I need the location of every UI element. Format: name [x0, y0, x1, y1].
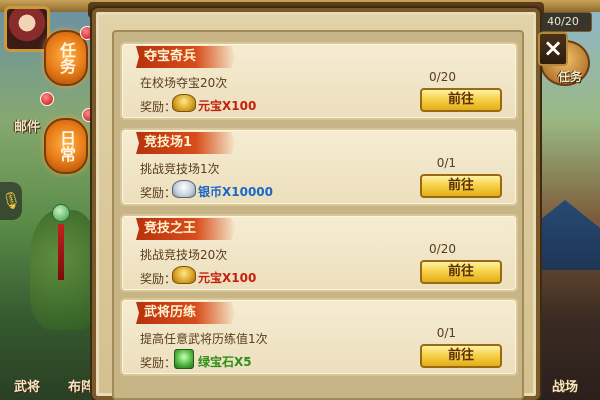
reward-amount: 元宝X100 — [198, 99, 257, 113]
task-card: 夺宝奇兵 在校场夺宝20次 奖励： 元宝X100 0/20 前往 — [120, 42, 518, 120]
task-title: 夺宝奇兵 — [136, 46, 236, 68]
formation-button[interactable]: 布阵 — [68, 376, 94, 395]
task-description: 挑战竞技场20次 — [140, 248, 228, 262]
red-tassel-decoration — [58, 224, 64, 280]
daily-lantern-button[interactable]: 日常 — [44, 118, 88, 174]
close-button[interactable]: × — [538, 32, 568, 66]
task-description: 挑战竞技场1次 — [140, 162, 220, 176]
daily-lantern-label: 日常 — [57, 130, 76, 162]
task-title: 武将历练 — [136, 302, 236, 324]
green-gem-icon — [174, 349, 194, 369]
microphone-icon[interactable]: 🎙 — [0, 182, 22, 220]
go-button[interactable]: 前往 — [420, 260, 502, 284]
task-progress: 0/1 — [436, 156, 456, 170]
task-description: 在校场夺宝20次 — [140, 76, 228, 90]
silver-ingot-icon — [172, 180, 196, 198]
reward-label: 奖励： — [140, 356, 177, 370]
reward-amount: 元宝X100 — [198, 271, 257, 285]
gold-ingot-icon — [172, 266, 196, 284]
mail-button[interactable]: 邮件 — [14, 116, 40, 135]
task-progress: 0/20 — [429, 70, 456, 84]
reward-amount: 银币X10000 — [198, 185, 274, 199]
task-card: 竞技之王 挑战竞技场20次 奖励： 元宝X100 0/20 前往 — [120, 214, 518, 292]
reward-label: 奖励： — [140, 100, 177, 114]
reward-label: 奖励： — [140, 272, 177, 286]
reward-amount: 绿宝石X5 — [198, 355, 252, 369]
background-tree — [30, 210, 100, 330]
go-button[interactable]: 前往 — [420, 88, 502, 112]
task-progress: 0/20 — [429, 242, 456, 256]
jade-pendant-icon — [52, 204, 70, 222]
go-button[interactable]: 前往 — [420, 344, 502, 368]
mail-notification-dot — [40, 92, 54, 106]
battlefield-button[interactable]: 战场 — [552, 376, 578, 395]
generals-button[interactable]: 武将 — [14, 376, 40, 395]
player-avatar[interactable] — [4, 6, 50, 52]
task-card: 竞技场1 挑战竞技场1次 奖励： 银币X10000 0/1 前往 — [120, 128, 518, 206]
reward-label: 奖励： — [140, 186, 177, 200]
task-lantern-button[interactable]: 任务 — [44, 30, 88, 86]
task-description: 提高任意武将历练值1次 — [140, 332, 268, 346]
task-title: 竞技场1 — [136, 132, 236, 154]
right-task-label: 任务 — [558, 70, 583, 84]
task-progress: 0/1 — [436, 326, 456, 340]
gold-ingot-icon — [172, 94, 196, 112]
task-lantern-label: 任务 — [57, 42, 76, 74]
task-card: 武将历练 提高任意武将历练值1次 奖励： 绿宝石X5 0/1 前往 — [120, 298, 518, 376]
go-button[interactable]: 前往 — [420, 174, 502, 198]
task-title: 竞技之王 — [136, 218, 236, 240]
